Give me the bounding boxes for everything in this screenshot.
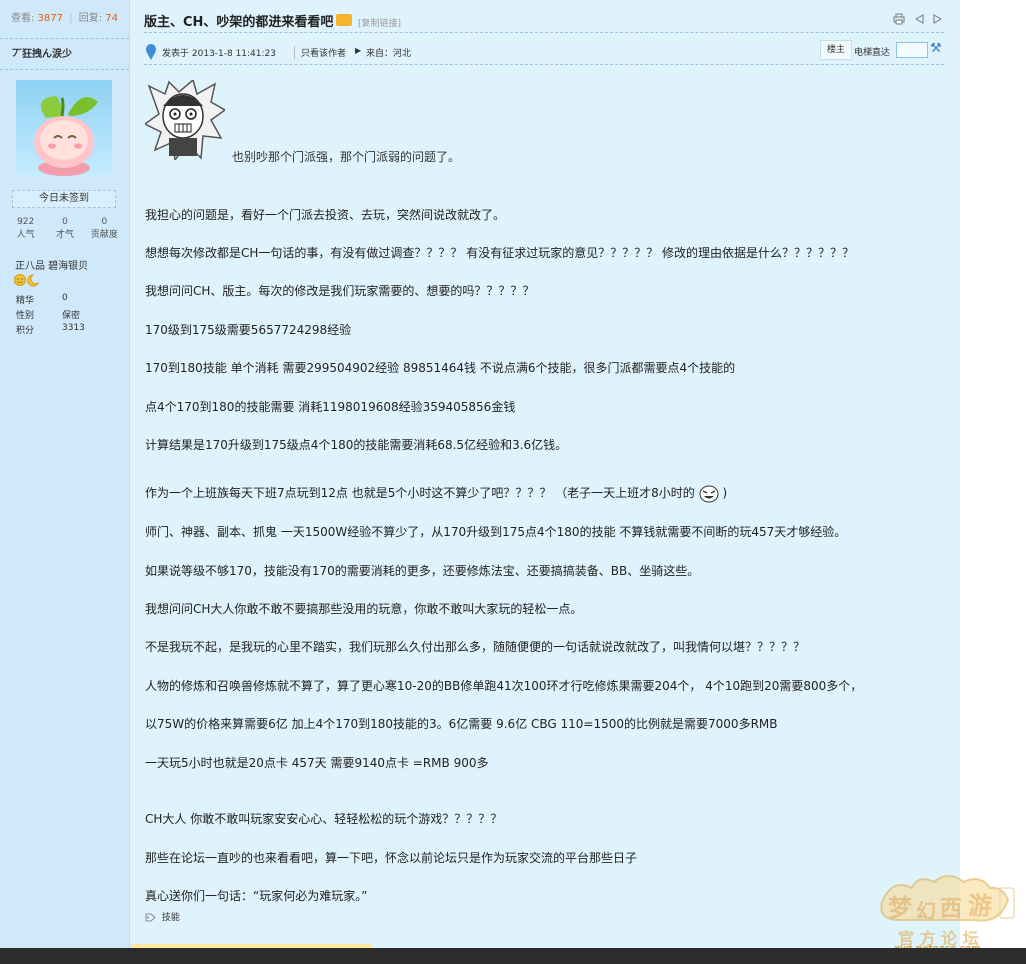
post-paragraph: 我想问问CH大人你敢不敢不要搞那些没用的玩意，你敢不敢叫大家玩的轻松一点。 bbox=[145, 602, 583, 616]
user-rank: 正八品 碧海银贝 bbox=[15, 261, 89, 272]
info-row: 性别 保密 bbox=[16, 308, 85, 323]
post-paragraph: 点4个170到180的技能需要 消耗1198019608经验359405856金… bbox=[145, 400, 516, 414]
stat-value: 0 bbox=[101, 217, 108, 227]
info-row: 积分 3313 bbox=[16, 323, 85, 338]
views-label: 查看: bbox=[10, 13, 35, 24]
thread-header: 版主、CH、吵架的都进来看看吧 [复制链接] bbox=[144, 8, 944, 33]
avatar[interactable] bbox=[16, 80, 112, 176]
post-paragraph: 师门、神器、副本、抓鬼 一天1500W经验不算少了，从170升级到175点4个1… bbox=[145, 525, 847, 539]
info-key: 精华 bbox=[16, 296, 35, 306]
hot-thread-icon bbox=[336, 14, 352, 26]
medals bbox=[14, 273, 42, 290]
footer-bar bbox=[0, 948, 1026, 964]
post-paragraph: 我想问问CH、版主。每次的修改是我们玩家需要的、想要的吗？？？？？ bbox=[145, 284, 535, 298]
post-paragraph: 想想每次修改都是CH一句话的事，有没有做过调查？？？？ 有没有征求过玩家的意见？… bbox=[145, 246, 855, 260]
post-meta: 发表于 2013-1-8 11:41:23 只看该作者 ▶ 来自：河北 楼主 电… bbox=[144, 40, 944, 65]
post-paragraph: 如果说等级不够170，技能没有170的需要消耗的更多，还要修炼法宝、还要搞搞装备… bbox=[145, 564, 700, 578]
paragraph-text: 作为一个上班族每天下班7点玩到12点 也就是5个小时这不算少了吧？？？？ （老子… bbox=[145, 486, 695, 500]
cartoon-face-icon bbox=[145, 80, 225, 160]
author-name[interactable]: 丆狂拽ん涙少 bbox=[0, 39, 129, 70]
laughing-emoji-icon bbox=[699, 485, 719, 502]
thread-title: 版主、CH、吵架的都进来看看吧 bbox=[144, 15, 334, 30]
next-icon[interactable] bbox=[932, 13, 944, 25]
post-paragraph: 也别吵那个门派强，那个门派弱的问题了。 bbox=[232, 150, 461, 164]
post-location: 来自：河北 bbox=[366, 49, 412, 59]
go-floor-icon[interactable]: ⚒ bbox=[930, 41, 942, 56]
svg-text:游: 游 bbox=[968, 892, 992, 920]
info-row: 精华 0 bbox=[16, 293, 85, 308]
post-paragraph: 我担心的问题是，看好一个门派去投资、去玩，突然间说改就改了。 bbox=[145, 208, 506, 222]
post-paragraph: 计算结果是170升级到175级点4个180的技能需要消耗68.5亿经验和3.6亿… bbox=[145, 438, 568, 452]
poster-icon bbox=[146, 44, 156, 60]
peach-character-icon bbox=[34, 96, 98, 176]
info-value: 0 bbox=[62, 293, 68, 303]
floor-label: 楼主 bbox=[820, 40, 852, 60]
stat-label: 贡献度 bbox=[90, 230, 118, 240]
post-paragraph: CH大人 你敢不敢叫玩家安安心心、轻轻松松的玩个游戏？？？？？ bbox=[145, 812, 503, 826]
post-tags: 技能 bbox=[145, 910, 180, 923]
author-sidebar: 查看: 3877 | 回复: 74 丆狂拽ん涙少 今日未签到 922 人气 0 … bbox=[0, 0, 130, 948]
thread-tools bbox=[893, 13, 944, 28]
elevator-label: 电梯直达 bbox=[854, 48, 891, 58]
post-date: 发表于 2013-1-8 11:41:23 bbox=[162, 49, 276, 59]
checkin-status[interactable]: 今日未签到 bbox=[12, 190, 116, 208]
svg-text:幻: 幻 bbox=[916, 899, 936, 923]
replies-count: 74 bbox=[105, 13, 119, 24]
only-author-link[interactable]: 只看该作者 bbox=[294, 46, 346, 59]
elevator-input[interactable] bbox=[896, 42, 928, 58]
page-margin bbox=[960, 0, 1026, 948]
stat-label: 人气 bbox=[16, 230, 35, 240]
paragraph-text: ) bbox=[722, 486, 728, 500]
info-value: 3313 bbox=[62, 323, 85, 333]
print-icon[interactable] bbox=[893, 13, 905, 25]
copy-link-button[interactable]: [复制链接] bbox=[358, 16, 401, 29]
stat-popularity: 922 人气 bbox=[6, 216, 45, 242]
post-paragraph: 作为一个上班族每天下班7点玩到12点 也就是5个小时这不算少了吧？？？？ （老子… bbox=[145, 484, 727, 503]
replies-label: 回复: bbox=[78, 13, 103, 24]
thread-stats: 查看: 3877 | 回复: 74 bbox=[0, 0, 129, 39]
post-paragraph: 人物的修炼和召唤兽修炼就不算了，算了更心寒10-20的BB修单跑41次100环才… bbox=[145, 679, 863, 693]
stat-talent: 0 才气 bbox=[45, 216, 84, 242]
tag-link[interactable]: 技能 bbox=[162, 913, 180, 923]
post-paragraph: 170级到175级需要5657724298经验 bbox=[145, 323, 352, 337]
post-paragraph: 170到180技能 单个消耗 需要299504902经验 89851464钱 不… bbox=[145, 361, 736, 375]
author-info: 精华 0 性别 保密 积分 3313 bbox=[16, 293, 85, 338]
info-key: 积分 bbox=[16, 326, 35, 336]
post-area: 版主、CH、吵架的都进来看看吧 [复制链接] 发表于 2013-1-8 11:4… bbox=[130, 0, 960, 948]
post-paragraph: 那些在论坛一直吵的也来看看吧，算一下吧，怀念以前论坛只是作为玩家交流的平台那些日… bbox=[145, 851, 638, 865]
stats-separator: | bbox=[69, 13, 73, 24]
medal-icon bbox=[14, 274, 40, 287]
stat-value: 922 bbox=[17, 217, 35, 227]
stat-value: 0 bbox=[62, 217, 68, 227]
arrow-right-icon: ▶ bbox=[355, 46, 362, 55]
post-paragraph: 以75W的价格来算需要6亿 加上4个170到180技能的3。6亿需要 9.6亿 … bbox=[145, 717, 778, 731]
post-paragraph: 一天玩5小时也就是20点卡 457天 需要9140点卡 =RMB 900多 bbox=[145, 756, 489, 770]
author-stats: 922 人气 0 才气 0 贡献度 bbox=[6, 216, 124, 242]
stat-label: 才气 bbox=[55, 230, 74, 240]
info-value: 保密 bbox=[62, 311, 81, 321]
views-count: 3877 bbox=[37, 13, 63, 24]
post-paragraph: 真心送你们一句话：“玩家何必为难玩家。” bbox=[145, 889, 368, 903]
stat-contribution: 0 贡献度 bbox=[85, 216, 124, 242]
info-key: 性别 bbox=[16, 311, 35, 321]
post-paragraph: 不是我玩不起，是我玩的心里不踏实，我们玩那么久付出那么多，随随便便的一句话就说改… bbox=[145, 640, 806, 654]
prev-icon[interactable] bbox=[913, 13, 925, 25]
tag-icon bbox=[145, 913, 156, 922]
svg-text:西: 西 bbox=[940, 897, 962, 922]
svg-text:梦: 梦 bbox=[888, 894, 913, 922]
